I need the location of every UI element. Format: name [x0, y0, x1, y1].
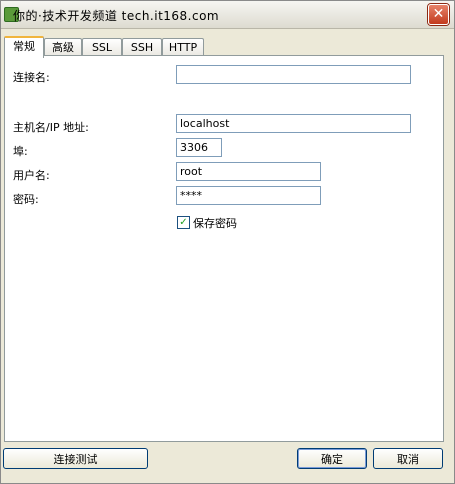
close-button[interactable]: ✕	[428, 4, 449, 25]
test-connection-button[interactable]: 连接测试	[3, 448, 148, 469]
checkbox-check-icon: ✓	[177, 216, 190, 229]
tab-ssl[interactable]: SSL	[82, 38, 122, 56]
tab-http[interactable]: HTTP	[162, 38, 204, 56]
port-input[interactable]	[176, 138, 222, 157]
tab-general[interactable]: 常规	[4, 36, 44, 58]
password-input[interactable]	[176, 186, 321, 205]
host-label: 主机名/IP 地址:	[13, 121, 89, 134]
tab-panel-general: 连接名: 主机名/IP 地址: 埠: 用户名: 密码: ✓ 保存密码	[4, 55, 444, 442]
password-label: 密码:	[13, 193, 39, 206]
host-input[interactable]	[176, 114, 411, 133]
cancel-button[interactable]: 取消	[373, 448, 443, 469]
save-password-label: 保存密码	[193, 217, 237, 230]
tab-ssh[interactable]: SSH	[122, 38, 162, 56]
title-bar[interactable]: 你的·技术开发频道 tech.it168.com ✕	[1, 1, 454, 29]
tab-advanced[interactable]: 高级	[44, 38, 82, 56]
username-input[interactable]	[176, 162, 321, 181]
dialog-window: 你的·技术开发频道 tech.it168.com ✕ 常规 高级 SSL SSH…	[0, 0, 455, 484]
connection-name-input[interactable]	[176, 65, 411, 84]
ok-button[interactable]: 确定	[297, 448, 367, 469]
close-icon: ✕	[432, 6, 445, 22]
port-label: 埠:	[13, 145, 28, 158]
watermark-text: 你的·技术开发频道 tech.it168.com	[13, 9, 220, 23]
connection-name-label: 连接名:	[13, 71, 50, 84]
username-label: 用户名:	[13, 169, 50, 182]
